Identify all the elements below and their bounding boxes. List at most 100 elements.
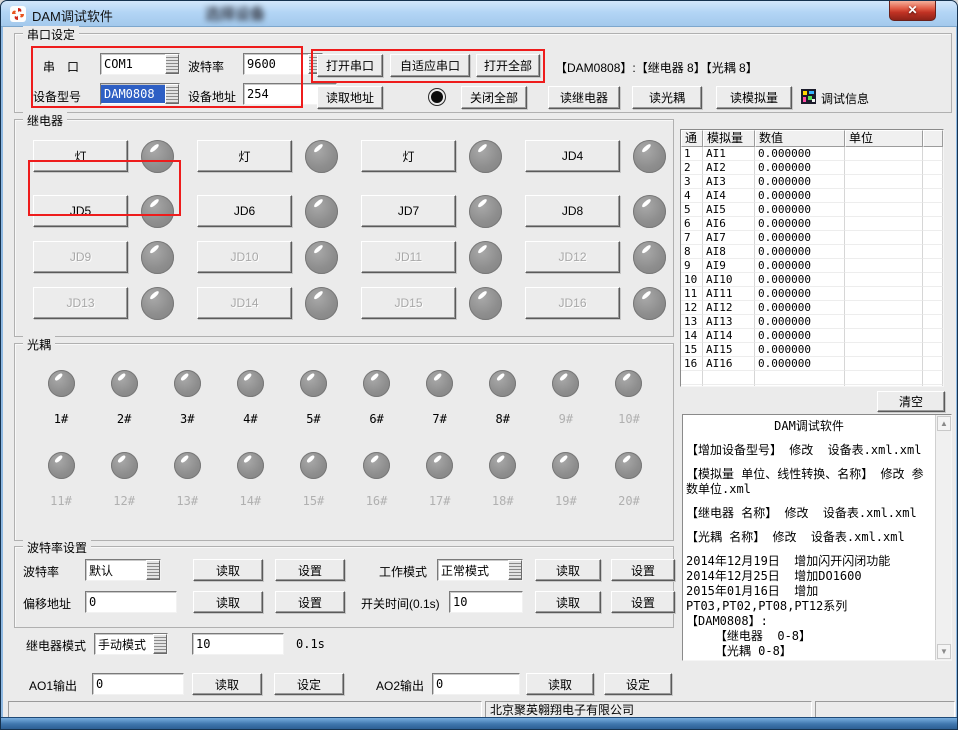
offset-set-button[interactable]: 设置 [275,591,345,613]
relay-button-12[interactable]: JD12 [525,241,620,273]
baudrate-select[interactable]: 9600 [243,53,323,75]
table-cell: 15 [681,343,703,357]
relay-button-2[interactable]: 灯 [197,140,292,172]
relay-button-14[interactable]: JD14 [197,287,292,319]
relay-lamp-16 [633,287,666,320]
table-cell [845,161,923,175]
ao2-read-button[interactable]: 读取 [526,673,594,695]
ao2-set-button[interactable]: 设定 [604,673,672,695]
table-cell [923,161,943,175]
relay-lamp-4 [633,140,666,173]
opto-label-19: 19# [555,494,577,508]
opto-lamp-12 [111,452,138,479]
switch-read-button[interactable]: 读取 [535,591,601,613]
table-row[interactable]: 9AI90.000000 [681,259,943,273]
table-cell: AI11 [703,287,755,301]
relay-button-9[interactable]: JD9 [33,241,128,273]
relay-mode-select[interactable]: 手动模式 [94,633,168,655]
relay-button-15[interactable]: JD15 [361,287,456,319]
work-mode-read-button[interactable]: 读取 [535,559,601,581]
opto-cell-10: 10# [599,370,659,426]
open-all-button[interactable]: 打开全部 [476,54,540,77]
opto-lamp-2 [111,370,138,397]
debug-info-icon [801,89,816,104]
table-row[interactable]: 2AI20.000000 [681,161,943,175]
relay-button-5[interactable]: JD5 [33,195,128,227]
ao1-set-button[interactable]: 设定 [274,673,344,695]
relay-button-13[interactable]: JD13 [33,287,128,319]
work-mode-set-button[interactable]: 设置 [611,559,675,581]
opto-label-10: 10# [618,412,640,426]
work-mode-select[interactable]: 正常模式 [437,559,523,581]
table-cell: 0.000000 [755,287,845,301]
close-button[interactable]: ✕ [889,1,936,21]
read-relay-button[interactable]: 读继电器 [548,86,620,109]
table-cell [703,385,755,387]
table-row[interactable]: 6AI60.000000 [681,217,943,231]
table-cell [923,287,943,301]
table-cell [923,147,943,161]
work-mode-dropdown-icon[interactable] [508,560,522,580]
model-dropdown-icon[interactable] [165,84,179,104]
table-row[interactable]: 3AI30.000000 [681,175,943,189]
relay-mode-dropdown-icon[interactable] [153,634,167,654]
table-row[interactable]: 7AI70.000000 [681,231,943,245]
info-panel-scrollbar[interactable]: ▲ ▼ [935,415,951,660]
read-address-button[interactable]: 读取地址 [317,86,383,109]
open-serial-button[interactable]: 打开串口 [317,54,383,77]
relay-button-8[interactable]: JD8 [525,195,620,227]
table-cell: 0.000000 [755,259,845,273]
baud-setting-select[interactable]: 默认 [85,559,161,581]
auto-serial-button[interactable]: 自适应串口 [390,54,470,77]
offset-read-button[interactable]: 读取 [193,591,263,613]
relay-button-1[interactable]: 灯 [33,140,128,172]
ao1-read-button[interactable]: 读取 [192,673,262,695]
relay-button-10[interactable]: JD10 [197,241,292,273]
opto-label-18: 18# [492,494,514,508]
baud-setting-dropdown-icon[interactable] [146,560,160,580]
opto-label-12: 12# [113,494,135,508]
table-row[interactable]: 15AI150.000000 [681,343,943,357]
relay-button-3[interactable]: 灯 [361,140,456,172]
baud-setting-label: 波特率 [23,563,59,580]
table-row[interactable]: 16AI160.000000 [681,357,943,371]
table-row[interactable]: 13AI130.000000 [681,315,943,329]
table-cell: AI1 [703,147,755,161]
scroll-up-icon[interactable]: ▲ [937,416,951,431]
switch-set-button[interactable]: 设置 [611,591,675,613]
ao1-input[interactable] [92,673,184,695]
table-row[interactable]: 14AI140.000000 [681,329,943,343]
table-row[interactable]: 8AI80.000000 [681,245,943,259]
table-row[interactable]: 5AI50.000000 [681,203,943,217]
table-row[interactable]: 10AI100.000000 [681,273,943,287]
close-all-button[interactable]: 关闭全部 [461,86,527,109]
relay-button-7[interactable]: JD7 [361,195,456,227]
opto-lamp-17 [426,452,453,479]
clear-button[interactable]: 清空 [877,391,945,412]
scroll-down-icon[interactable]: ▼ [937,644,951,659]
relay-button-4[interactable]: JD4 [525,140,620,172]
baud-set-button[interactable]: 设置 [275,559,345,581]
opto-row-2: 11#12#13#14#15#16#17#18#19#20# [31,452,659,508]
baud-read-button[interactable]: 读取 [193,559,263,581]
table-row[interactable]: 11AI110.000000 [681,287,943,301]
relay-button-16[interactable]: JD16 [525,287,620,319]
port-select[interactable]: COM1 [100,53,180,75]
read-analog-button[interactable]: 读模拟量 [716,86,792,109]
table-row[interactable]: 1AI10.000000 [681,147,943,161]
ao2-input[interactable] [432,673,520,695]
baud-setting-value: 默认 [86,560,146,581]
info-line-12: [1000,1001,1002,1003,1004,1000] [686,659,932,660]
read-opto-button[interactable]: 读光耦 [632,86,702,109]
relay-mode-time-input[interactable] [192,633,284,655]
relay-button-6[interactable]: JD6 [197,195,292,227]
offset-input[interactable] [85,591,177,613]
port-dropdown-icon[interactable] [165,54,179,74]
model-select[interactable]: DAM0808 [100,83,180,105]
table-row[interactable]: 12AI120.000000 [681,301,943,315]
relay-button-11[interactable]: JD11 [361,241,456,273]
switch-time-input[interactable] [449,591,523,613]
opto-label-9: 9# [559,412,573,426]
opto-cell-14: 14# [220,452,280,508]
table-row[interactable]: 4AI40.000000 [681,189,943,203]
